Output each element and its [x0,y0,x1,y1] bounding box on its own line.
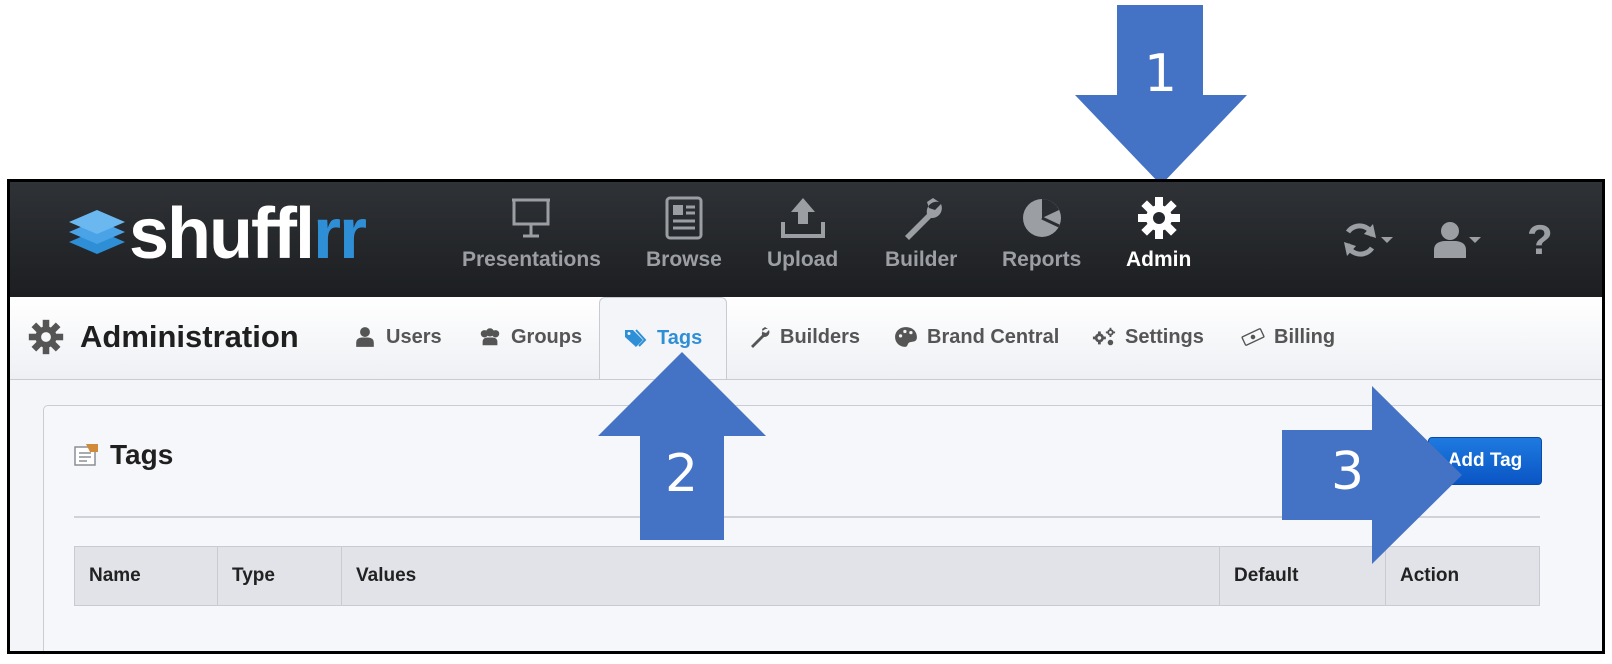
layers-logo-icon [69,210,125,254]
nav-label: Upload [767,248,839,271]
user-icon [1434,222,1466,258]
callout-number-2: 2 [665,444,699,504]
gear-icon [1136,194,1182,242]
user-menu[interactable] [1432,220,1482,260]
user-icon [353,325,377,349]
tab-brand-central[interactable]: Brand Central [894,319,1059,355]
upload-icon [780,194,826,242]
tab-settings[interactable]: Settings [1092,319,1204,355]
logo-text-main: shuffl [129,194,315,274]
tab-users[interactable]: Users [353,319,442,355]
column-header-values[interactable]: Values [342,547,1220,605]
panel-header: Tags [74,439,173,471]
caret-down-icon [1381,237,1393,243]
sync-menu[interactable] [1340,220,1394,260]
page-title: Administration [80,319,299,354]
column-header-type[interactable]: Type [218,547,342,605]
tag-icon [624,327,648,351]
nav-label: Admin [1126,248,1192,271]
help-button[interactable]: ? [1527,216,1553,264]
tags-panel-icon [74,444,98,466]
tab-label: Builders [780,325,861,348]
callout-number-1: 1 [1144,44,1178,104]
wrench-icon [898,194,944,242]
top-nav-bar: shufflrr Presentations Browse Upload Bui [10,182,1602,297]
browse-document-icon [661,194,707,242]
nav-label: Builder [885,248,958,271]
admin-subheader: Administration Users Groups Tags Builder… [10,297,1602,380]
nav-label: Presentations [462,248,601,271]
tab-label: Users [386,325,442,348]
callout-arrow-3 [1282,386,1462,564]
gear-icon [28,319,64,355]
shufflrr-logo[interactable]: shufflrr [65,198,367,270]
palette-icon [894,325,918,349]
tab-billing[interactable]: Billing [1241,319,1335,355]
gears-icon [1092,325,1116,349]
logo-text-accent: rr [312,194,367,274]
tab-label: Settings [1125,325,1204,348]
nav-label: Browse [646,248,722,271]
pie-chart-icon [1019,194,1065,242]
caret-down-icon [1469,237,1481,243]
groups-icon [478,325,502,349]
presentation-board-icon [508,194,554,242]
nav-presentations[interactable]: Presentations [462,194,601,272]
money-icon [1241,325,1265,349]
tab-builders[interactable]: Builders [747,319,860,355]
panel-title: Tags [110,439,174,470]
admin-title: Administration [28,319,299,355]
nav-admin[interactable]: Admin [1126,194,1191,272]
nav-reports[interactable]: Reports [1002,194,1081,272]
help-icon: ? [1527,216,1553,263]
tab-label: Tags [657,327,703,349]
nav-upload[interactable]: Upload [767,194,838,272]
callout-number-3: 3 [1331,442,1365,502]
nav-builder[interactable]: Builder [885,194,957,272]
tab-label: Brand Central [927,325,1060,348]
column-header-name[interactable]: Name [75,547,218,605]
sync-icon [1344,223,1376,257]
wrench-icon [747,325,771,349]
nav-browse[interactable]: Browse [646,194,722,272]
nav-label: Reports [1002,248,1082,271]
tab-label: Billing [1274,325,1336,348]
tab-label: Groups [511,325,583,348]
tab-groups[interactable]: Groups [478,319,582,355]
